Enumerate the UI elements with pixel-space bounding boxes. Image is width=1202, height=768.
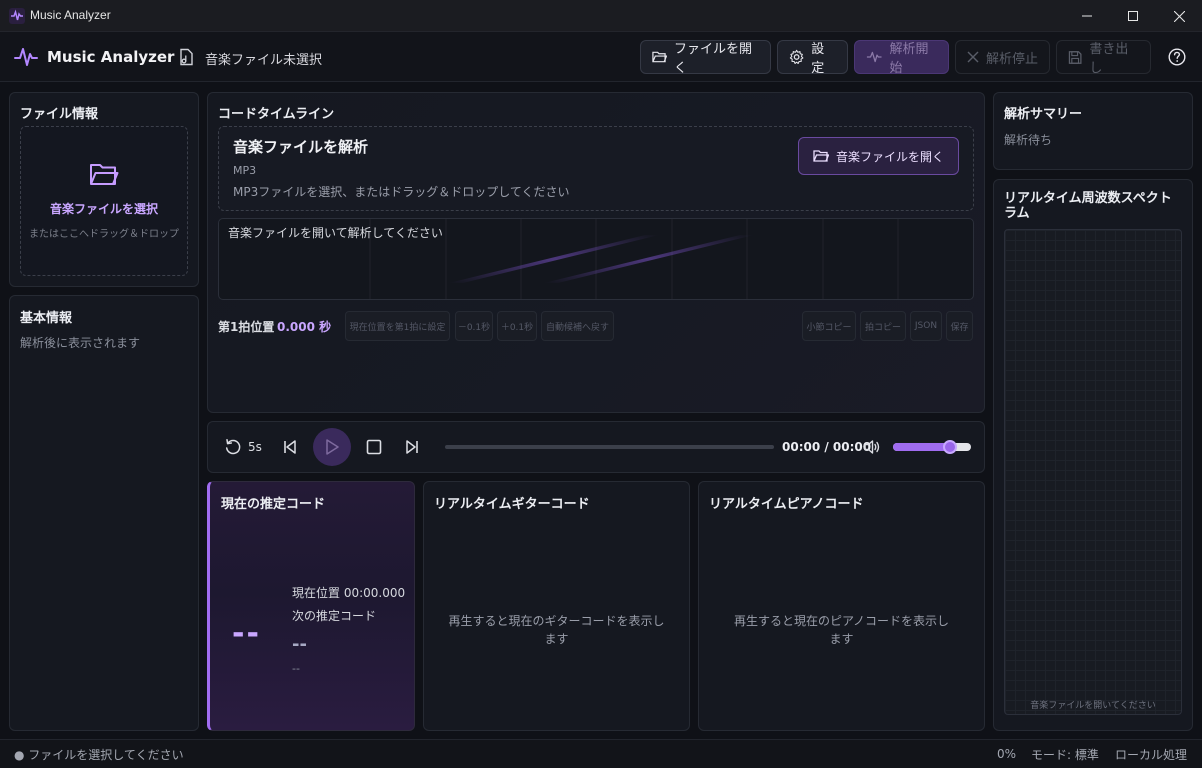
- plus-0-1-button[interactable]: ＋0.1秒: [497, 311, 537, 341]
- set-first-beat-button[interactable]: 現在位置を第1拍に設定: [345, 311, 450, 341]
- help-icon[interactable]: [1168, 48, 1186, 66]
- status-percent: 0%: [997, 747, 1017, 761]
- current-chord-panel: [207, 481, 415, 731]
- basic-info-placeholder: 解析後に表示されます: [20, 336, 141, 350]
- folder-open-icon: [652, 51, 667, 63]
- window-title: Music Analyzer: [30, 8, 111, 22]
- timeline-open-label: 音楽ファイルを開く: [835, 149, 944, 164]
- file-status: 音楽ファイル未選択: [205, 53, 323, 68]
- bar-copy-button[interactable]: 小節コピー: [802, 311, 856, 341]
- piano-chord-placeholder: 再生すると現在のピアノコードを表示します: [734, 614, 949, 646]
- audio-file-icon: [180, 48, 193, 66]
- volume-slider-handle[interactable]: [942, 440, 957, 454]
- save-icon: [1068, 50, 1082, 64]
- timeline-open-button[interactable]: 音楽ファイルを開く: [798, 137, 959, 175]
- rewind-icon: [225, 439, 241, 455]
- open-file-button[interactable]: ファイルを開く: [640, 40, 771, 76]
- timeline-canvas-message: 音楽ファイルを開いて解析してください: [228, 226, 443, 240]
- rewind-5s-button[interactable]: 5s: [222, 436, 264, 458]
- minimize-button[interactable]: [1064, 0, 1110, 32]
- skip-previous-icon[interactable]: [282, 439, 298, 455]
- volume-slider[interactable]: [893, 443, 971, 451]
- status-message: ● ファイルを選択してください: [14, 748, 184, 762]
- volume-icon[interactable]: [863, 438, 881, 456]
- current-position: 現在位置 00:00.000: [292, 586, 406, 600]
- auto-candidate-button[interactable]: 自動候補へ戻す: [541, 311, 614, 341]
- folder-open-icon: [90, 164, 119, 185]
- settings-label: 設定: [811, 42, 825, 76]
- app-icon: [9, 8, 25, 24]
- drop-hint: またはここへドラッグ＆ドロップ: [29, 229, 179, 240]
- stop-x-icon: [967, 51, 979, 63]
- save-button[interactable]: 保存: [946, 311, 973, 341]
- timeline-drop-title: 音楽ファイルを解析: [233, 138, 369, 156]
- play-icon: [326, 439, 339, 455]
- json-button[interactable]: JSON: [910, 311, 942, 341]
- first-beat-label: 第1拍位置: [218, 320, 275, 334]
- status-processing: ローカル処理: [1115, 748, 1188, 762]
- next-chord-label: 次の推定コード: [292, 609, 377, 623]
- select-file-label: 音楽ファイルを選択: [49, 202, 158, 216]
- time-display: 00:00 / 00:00: [782, 440, 872, 454]
- stop-icon[interactable]: [366, 439, 382, 455]
- beat-copy-button[interactable]: 拍コピー: [860, 311, 906, 341]
- analyze-start-label: 解析開始: [889, 42, 929, 76]
- spectrum-title: リアルタイム周波数スペクトラム: [1004, 191, 1172, 221]
- window-titlebar: [0, 0, 1202, 32]
- waveform-icon: [14, 48, 38, 66]
- play-button[interactable]: [313, 428, 351, 466]
- analyze-stop-label: 解析停止: [986, 51, 1039, 67]
- summary-title: 解析サマリー: [1004, 107, 1083, 122]
- current-chord-value: --: [232, 616, 261, 651]
- summary-status: 解析待ち: [1004, 133, 1053, 147]
- timeline-title: コードタイムライン: [218, 107, 335, 122]
- gear-icon: [789, 49, 804, 64]
- guitar-chord-placeholder: 再生すると現在のギターコードを表示します: [448, 614, 665, 646]
- spectrum-placeholder: 音楽ファイルを開いてください: [1030, 701, 1156, 711]
- guitar-chord-panel: [423, 481, 690, 731]
- status-mode: モード: 標準: [1031, 748, 1099, 762]
- next-chord-detail: --: [292, 662, 300, 675]
- skip-next-icon[interactable]: [404, 439, 420, 455]
- current-chord-title: 現在の推定コード: [221, 497, 326, 512]
- first-beat-value: 0.000 秒: [277, 320, 332, 334]
- basic-info-panel: [9, 295, 199, 731]
- analyze-start-button[interactable]: 解析開始: [854, 40, 949, 76]
- basic-info-title: 基本情報: [20, 311, 73, 326]
- seek-bar[interactable]: [445, 445, 774, 449]
- spectrum-canvas: [1004, 229, 1182, 715]
- rewind-label: 5s: [248, 440, 262, 454]
- app-brand: Music Analyzer: [47, 48, 175, 66]
- close-button[interactable]: [1156, 0, 1202, 32]
- file-info-title: ファイル情報: [20, 107, 99, 122]
- maximize-icon: [1128, 11, 1138, 21]
- pulse-icon: [866, 51, 882, 63]
- timeline-drop-desc: MP3ファイルを選択、またはドラッグ＆ドロップしてください: [233, 185, 570, 199]
- open-file-label: ファイルを開く: [673, 42, 752, 76]
- timeline-format: MP3: [233, 164, 257, 177]
- minus-0-1-button[interactable]: －0.1秒: [455, 311, 493, 341]
- analyze-stop-button[interactable]: 解析停止: [955, 40, 1050, 74]
- guitar-chord-title: リアルタイムギターコード: [434, 497, 590, 512]
- minimize-icon: [1082, 15, 1092, 17]
- next-chord-value: --: [292, 634, 307, 655]
- export-label: 書き出し: [1089, 42, 1129, 76]
- settings-button[interactable]: 設定: [777, 40, 848, 76]
- piano-chord-title: リアルタイムピアノコード: [709, 497, 864, 512]
- maximize-button[interactable]: [1110, 0, 1156, 32]
- volume-slider-fill: [893, 443, 950, 451]
- export-button[interactable]: 書き出し: [1056, 40, 1151, 76]
- folder-open-icon: [813, 150, 829, 162]
- close-icon: [1173, 10, 1185, 22]
- piano-chord-panel: [698, 481, 985, 731]
